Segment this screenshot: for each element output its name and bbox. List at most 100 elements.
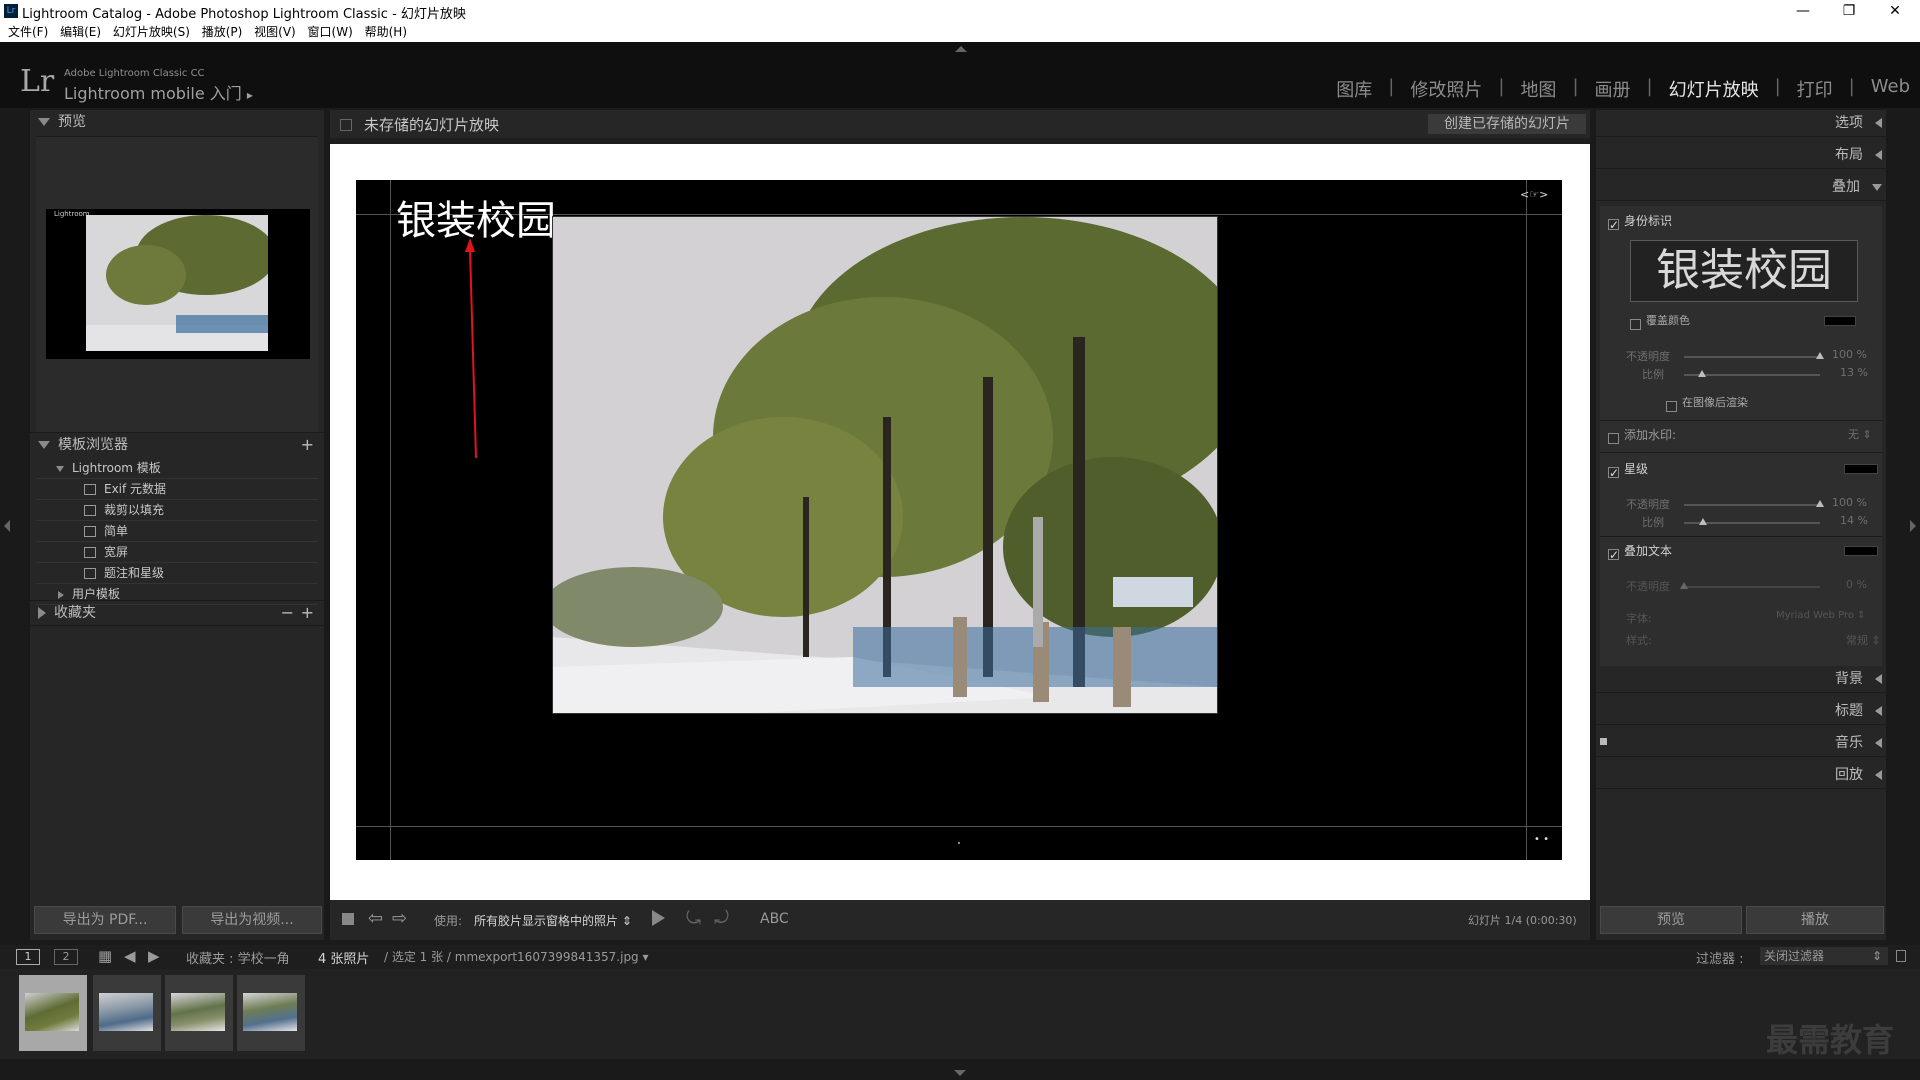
rotate-right-icon[interactable]: ⤾ [714,908,729,929]
play-button[interactable]: 播放 [1746,906,1884,934]
menu-edit[interactable]: 编辑(E) [60,22,101,42]
create-saved-slideshow-button[interactable]: 创建已存储的幻灯片 [1428,114,1586,134]
filmstrip-thumb[interactable] [236,974,306,1052]
layout-panel-header[interactable]: 布局 [1596,142,1886,169]
watermark-select[interactable]: 无 ⇕ [1848,426,1872,442]
filmstrip-thumb[interactable] [164,974,234,1052]
plate-scale-knob[interactable] [1697,370,1706,377]
menu-view[interactable]: 视图(V) [254,22,296,42]
remove-collection-icon[interactable]: − [281,601,294,625]
watermark-logo: 最需教育 [1766,1021,1895,1059]
add-template-icon[interactable]: + [301,433,314,457]
rating-scale-knob[interactable] [1699,518,1708,525]
plate-scale-value: 13 % [1840,366,1868,379]
pan-icon[interactable]: <☞> [1520,188,1548,201]
rating-dots-icon: • • [1534,834,1549,845]
filter-lock-icon[interactable] [1896,950,1906,962]
rating-opacity-slider[interactable] [1684,504,1820,506]
preview-panel-header[interactable]: 预览 [30,110,324,134]
guide-line [390,180,391,860]
window-1-button[interactable]: 1 [16,949,40,965]
slideshow-icon [340,119,352,131]
rating-color-swatch[interactable] [1844,464,1878,474]
folder-lightroom-templates[interactable]: Lightroom 模板 [36,458,318,479]
identity-plate-checkbox[interactable] [1608,214,1619,233]
menu-help[interactable]: 帮助(H) [365,22,407,42]
options-panel-header[interactable]: 选项 [1596,110,1886,137]
window-2-button[interactable]: 2 [54,949,78,965]
expanded-triangle-icon [1872,183,1882,191]
previous-slide-icon[interactable]: ⇦ [368,908,383,929]
module-book[interactable]: 画册 [1595,76,1631,102]
restore-button[interactable]: ❐ [1826,0,1872,22]
music-panel-header[interactable]: 音乐 [1596,730,1886,757]
slide-header: 未存储的幻灯片放映 创建已存储的幻灯片 [330,110,1590,138]
collections-header[interactable]: 收藏夹 − + [30,600,324,626]
next-slide-icon[interactable]: ⇨ [392,908,407,929]
override-color-checkbox[interactable] [1630,314,1641,333]
preview-button[interactable]: 预览 [1600,906,1742,934]
rotate-left-icon[interactable]: ⤿ [686,908,701,929]
forward-icon[interactable]: ▶ [148,947,160,965]
titles-panel-header[interactable]: 标题 [1596,698,1886,725]
template-item[interactable]: Exif 元数据 [36,479,318,500]
text-overlay-checkbox[interactable] [1608,544,1619,563]
module-library[interactable]: 图库 [1336,76,1372,102]
add-text-button[interactable]: ABC [760,911,789,927]
left-panel: 预览 Lightroom 模板浏览器 + Lightroom 模板 Exif 元… [30,110,324,940]
rating-checkbox[interactable] [1608,462,1619,481]
grid-view-icon[interactable]: ▦ [98,947,112,965]
text-opacity-knob[interactable] [1680,582,1688,589]
text-color-swatch[interactable] [1844,546,1878,556]
collapse-right-icon[interactable] [1910,520,1916,532]
add-collection-icon[interactable]: + [301,601,314,625]
template-item[interactable]: 简单 [36,521,318,542]
playback-panel-header[interactable]: 回放 [1596,762,1886,789]
play-icon[interactable] [652,910,665,926]
selection-info[interactable]: / 选定 1 张 / mmexport1607399841357.jpg ▾ [384,948,649,965]
menu-slideshow[interactable]: 幻灯片放映(S) [113,22,190,42]
module-slideshow[interactable]: 幻灯片放映 [1669,76,1759,102]
style-select[interactable]: 常规 ⇕ [1846,632,1881,648]
module-print[interactable]: 打印 [1797,76,1833,102]
stop-icon[interactable] [342,913,354,925]
template-item[interactable]: 题注和星级 [36,563,318,584]
template-item[interactable]: 裁剪以填充 [36,500,318,521]
module-web[interactable]: Web [1871,76,1910,102]
collapse-top-icon[interactable] [955,46,967,52]
template-item[interactable]: 宽屏 [36,542,318,563]
rating-opacity-knob[interactable] [1816,500,1824,507]
collection-source[interactable]: 收藏夹 : 学校一角 [186,948,290,967]
menu-window[interactable]: 窗口(W) [308,22,353,42]
render-behind-checkbox[interactable] [1666,396,1677,415]
filmstrip-thumb[interactable] [18,974,88,1052]
text-opacity-value: 0 % [1846,578,1867,591]
identity-plate-editor[interactable]: 银装校园 [1630,240,1858,302]
collapse-left-icon[interactable] [4,520,10,532]
close-button[interactable]: ✕ [1872,0,1918,22]
back-icon[interactable]: ◀ [124,947,136,965]
template-browser-header[interactable]: 模板浏览器 + [30,432,324,457]
export-video-button[interactable]: 导出为视频... [182,906,322,934]
overlays-panel-header[interactable]: 叠加 [1596,174,1886,201]
music-toggle[interactable] [1600,738,1607,745]
watermark-checkbox[interactable] [1608,428,1619,447]
filter-select[interactable]: 关闭过滤器 ⇕ [1760,947,1888,965]
minimize-button[interactable]: — [1780,0,1826,22]
use-select[interactable]: 所有胶片显示窗格中的照片 ⇕ [474,912,632,929]
menu-play[interactable]: 播放(P) [202,22,243,42]
module-develop[interactable]: 修改照片 [1410,76,1482,102]
font-select[interactable]: Myriad Web Pro ⇕ [1776,610,1866,621]
menu-file[interactable]: 文件(F) [8,22,48,42]
lightroom-mobile-link[interactable]: Lightroom mobile 入门 ▸ [64,80,253,104]
module-map[interactable]: 地图 [1520,76,1556,102]
filmstrip-thumb[interactable] [92,974,162,1052]
export-pdf-button[interactable]: 导出为 PDF... [34,906,176,934]
override-color-swatch[interactable] [1824,316,1856,326]
collapse-bottom-icon[interactable] [954,1070,966,1076]
divider [1600,452,1882,453]
plate-opacity-knob[interactable] [1816,352,1824,359]
background-panel-header[interactable]: 背景 [1596,666,1886,693]
text-opacity-slider[interactable] [1684,586,1820,588]
plate-opacity-slider[interactable] [1684,356,1820,358]
